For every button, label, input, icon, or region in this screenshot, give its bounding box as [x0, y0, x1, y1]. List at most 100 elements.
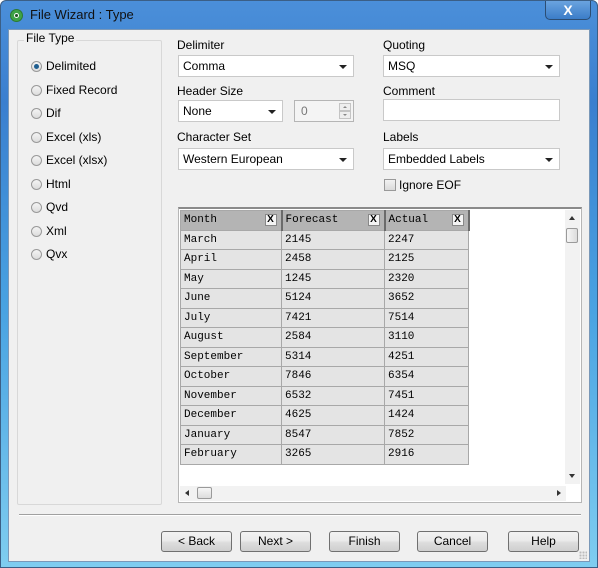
radio-dif[interactable]: Dif — [31, 105, 61, 121]
table-cell-forecast: 1245 — [281, 268, 385, 289]
table-cell-forecast: 7421 — [281, 307, 385, 328]
table-cell-forecast: 2584 — [281, 327, 385, 348]
table-cell-actual: 3110 — [384, 327, 469, 348]
radio-qvx[interactable]: Qvx — [31, 246, 67, 262]
table-row[interactable]: May 1245 2320 — [180, 268, 469, 289]
table-cell-actual: 2125 — [384, 249, 469, 270]
table-row[interactable]: December 4625 1424 — [180, 405, 469, 426]
table-row[interactable]: August 2584 3110 — [180, 327, 469, 348]
delimiter-label: Delimiter — [177, 38, 225, 52]
column-header-forecast[interactable]: Forecast X — [281, 210, 386, 231]
radio-excel-xlsx[interactable]: Excel (xlsx) — [31, 152, 107, 168]
back-button[interactable]: < Back — [161, 531, 232, 552]
chevron-down-icon — [268, 110, 276, 114]
vertical-scroll-thumb[interactable] — [566, 228, 578, 243]
table-cell-month: May — [180, 268, 282, 289]
radio-label: Xml — [46, 224, 67, 238]
header-size-spinner[interactable]: 0 — [294, 100, 354, 122]
scroll-up-icon[interactable] — [569, 216, 575, 220]
radio-checked-icon[interactable] — [31, 60, 42, 72]
table-cell-month: April — [180, 249, 282, 270]
radio-label: Delimited — [46, 59, 97, 73]
table-cell-forecast: 2458 — [281, 249, 385, 270]
radio-icon[interactable] — [31, 248, 42, 260]
column-header-actual[interactable]: Actual X — [384, 210, 470, 231]
radio-html[interactable]: Html — [31, 176, 71, 192]
horizontal-scrollbar[interactable] — [180, 486, 566, 501]
file-wizard-window: File Wizard : Type X File Type Delimited… — [0, 0, 598, 568]
resize-grip-icon[interactable] — [579, 551, 587, 559]
chevron-down-icon — [339, 158, 347, 162]
table-row[interactable]: April 2458 2125 — [180, 249, 469, 270]
spin-down-icon[interactable] — [339, 111, 351, 119]
radio-icon[interactable] — [31, 154, 42, 166]
divider — [19, 514, 581, 516]
finish-button[interactable]: Finish — [329, 531, 400, 552]
dialog-body: File Type Delimited Fixed Record Dif Exc… — [8, 29, 590, 562]
column-header-month[interactable]: Month X — [180, 210, 283, 231]
radio-qvd[interactable]: Qvd — [31, 199, 68, 215]
title-bar[interactable]: File Wizard : Type X — [1, 1, 597, 29]
scroll-down-icon[interactable] — [569, 474, 575, 478]
table-cell-actual: 6354 — [384, 366, 469, 387]
scroll-right-icon[interactable] — [557, 490, 561, 496]
table-cell-actual: 4251 — [384, 346, 469, 367]
radio-icon[interactable] — [31, 225, 42, 237]
remove-column-icon[interactable]: X — [264, 214, 277, 226]
remove-column-icon[interactable]: X — [451, 214, 464, 226]
help-button[interactable]: Help — [508, 531, 579, 552]
table-cell-month: December — [180, 405, 282, 426]
labels-dropdown[interactable]: Embedded Labels — [383, 148, 560, 170]
table-row[interactable]: October 7846 6354 — [180, 366, 469, 387]
close-button[interactable]: X — [545, 1, 591, 20]
file-type-label: File Type — [24, 31, 77, 45]
header-size-dropdown[interactable]: None — [178, 100, 283, 122]
table-row[interactable]: September 5314 4251 — [180, 346, 469, 367]
radio-label: Excel (xls) — [46, 130, 102, 144]
spin-up-icon[interactable] — [339, 103, 351, 111]
radio-fixed-record[interactable]: Fixed Record — [31, 82, 117, 98]
delimiter-dropdown[interactable]: Comma — [178, 55, 354, 77]
preview-table: Month X Forecast X Actual X March 2145 2247 Ap… — [180, 210, 470, 465]
radio-icon[interactable] — [31, 84, 42, 96]
radio-icon[interactable] — [31, 178, 42, 190]
radio-icon[interactable] — [31, 107, 42, 119]
data-preview-grid: Month X Forecast X Actual X March 2145 2247 Ap… — [178, 207, 582, 503]
comment-label: Comment — [383, 84, 436, 98]
radio-delimited[interactable]: Delimited — [31, 58, 96, 74]
table-row[interactable]: July 7421 7514 — [180, 307, 469, 328]
table-row[interactable]: February 3265 2916 — [180, 444, 469, 465]
radio-label: Fixed Record — [46, 83, 118, 97]
comment-input[interactable] — [383, 99, 560, 121]
next-button[interactable]: Next > — [240, 531, 311, 552]
table-cell-actual: 3652 — [384, 288, 469, 309]
table-cell-actual: 2916 — [384, 444, 469, 465]
scroll-left-icon[interactable] — [185, 490, 189, 496]
table-row[interactable]: November 6532 7451 — [180, 385, 469, 406]
table-row[interactable]: March 2145 2247 — [180, 229, 469, 250]
table-cell-month: March — [180, 229, 282, 250]
cancel-button[interactable]: Cancel — [417, 531, 488, 552]
ignore-eof-checkbox[interactable] — [384, 179, 396, 191]
chevron-down-icon — [339, 65, 347, 69]
remove-column-icon[interactable]: X — [367, 214, 380, 226]
radio-excel-xls[interactable]: Excel (xls) — [31, 129, 101, 145]
table-cell-actual: 2320 — [384, 268, 469, 289]
ignore-eof-label: Ignore EOF — [399, 178, 462, 192]
radio-icon[interactable] — [31, 131, 42, 143]
table-row[interactable]: January 8547 7852 — [180, 424, 469, 445]
character-set-dropdown[interactable]: Western European — [178, 148, 354, 170]
horizontal-scroll-thumb[interactable] — [197, 487, 212, 499]
radio-label: Html — [46, 177, 71, 191]
table-cell-month: July — [180, 307, 282, 328]
table-cell-month: November — [180, 385, 282, 406]
radio-label: Dif — [46, 106, 61, 120]
radio-icon[interactable] — [31, 201, 42, 213]
quoting-label: Quoting — [383, 38, 426, 52]
quoting-dropdown[interactable]: MSQ — [383, 55, 560, 77]
radio-xml[interactable]: Xml — [31, 223, 67, 239]
column-header-label: Month — [184, 214, 218, 227]
table-row[interactable]: June 5124 3652 — [180, 288, 469, 309]
table-header-row: Month X Forecast X Actual X — [180, 210, 470, 231]
vertical-scrollbar[interactable] — [565, 210, 580, 484]
